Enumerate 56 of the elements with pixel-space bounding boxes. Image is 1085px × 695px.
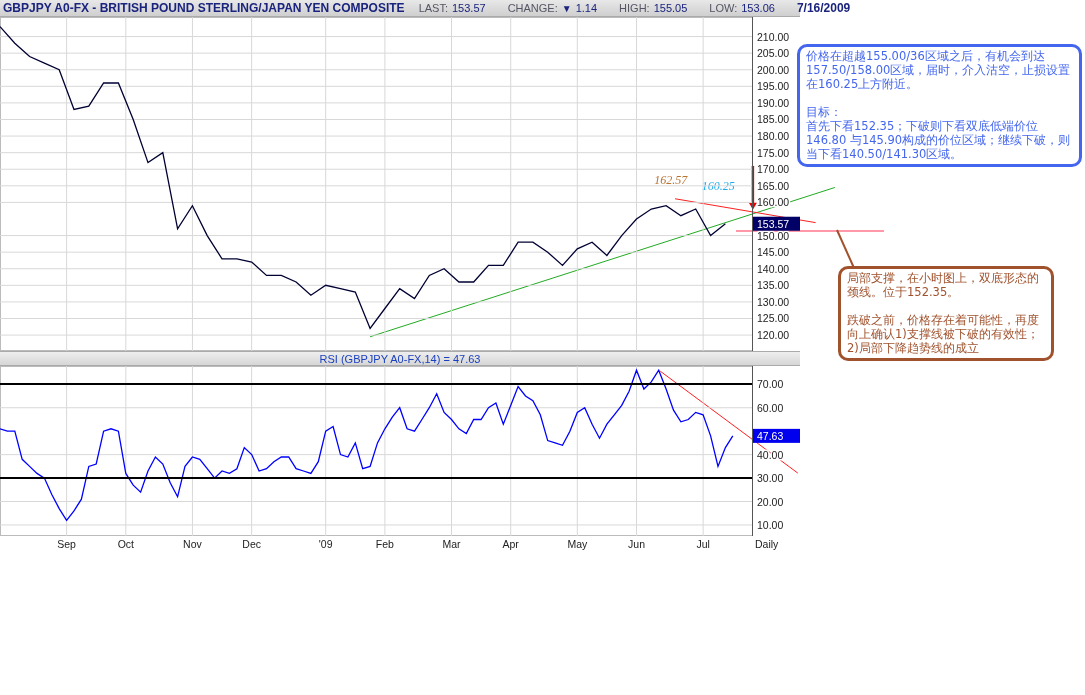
axis-label: Feb (375, 538, 394, 550)
callout-text: 局部支撑，在小时图上，双底形态的颈线。位于152.35。 (847, 271, 1040, 299)
axis-label: 165.00 (757, 179, 790, 192)
periodicity-label: Daily (755, 538, 779, 550)
axis-label: Oct (117, 538, 134, 550)
quote-label: LOW: (709, 2, 738, 14)
axis-label: Sep (57, 538, 76, 550)
axis-label: 200.00 (757, 63, 790, 76)
axis-label: '09 (318, 538, 333, 550)
axis-label: Jul (696, 538, 710, 550)
axis-label: 150.00 (757, 229, 790, 242)
value-badge: 153.57 (753, 216, 800, 231)
axis-label: 125.00 (757, 312, 790, 325)
callout-text: 跌破之前，价格存在着可能性，再度向上确认1)支撑线被下破的有效性；2)局部下降趋势线的成立 (847, 313, 1040, 355)
axis-label: Apr (502, 538, 519, 550)
axis-label: 160.00 (757, 196, 790, 209)
axis-label: 145.00 (757, 246, 790, 259)
callout-text: 价格在超越155.00/36区域之后，有机会到达157.50/158.00区域，届时，介入沽空，止损设置在160.25上方附近。 (806, 49, 1072, 91)
axis-label: Mar (442, 538, 461, 550)
axis-label: Dec (242, 538, 261, 550)
axis-label: 205.00 (757, 47, 790, 60)
axis-label: 10.00 (757, 519, 784, 531)
indicator-title: RSI (GBPJPY A0-FX,14) = 47.63 (319, 352, 481, 365)
axis-label: 190.00 (757, 96, 790, 109)
axis-label: 195.00 (757, 80, 790, 93)
axis-label: May (567, 538, 588, 550)
quote-label: LAST: (418, 2, 448, 14)
axis-label: 185.00 (757, 113, 790, 126)
axis-label: Nov (183, 538, 202, 550)
chart-title: GBPJPY A0-FX - BRITISH POUND STERLING/JAPAN YEN COMPOSITE (3, 1, 405, 15)
axis-label: 20.00 (757, 495, 784, 508)
quote-label: HIGH: (619, 2, 650, 14)
axis-label: 30.00 (757, 472, 784, 485)
price-annotation: 160.25 (701, 178, 735, 193)
quote-value: 153.06 (741, 2, 775, 14)
axis-label: Jun (628, 538, 645, 550)
axis-label: 170.00 (757, 163, 790, 176)
axis-label: 175.00 (757, 146, 790, 159)
value-badge: 47.63 (753, 428, 800, 443)
callout-text: 目标： (806, 105, 843, 119)
axis-label: 140.00 (757, 262, 790, 275)
axis-label: 210.00 (757, 30, 790, 43)
axis-label: 130.00 (757, 295, 790, 308)
price-annotation: 162.57 (654, 172, 688, 187)
axis-label: 180.00 (757, 130, 790, 143)
axis-label: 60.00 (757, 401, 784, 414)
change-direction-icon: ▼ (561, 2, 572, 14)
axis-label: 135.00 (757, 279, 790, 292)
callout-text: 首先下看152.35；下破则下看双底低端价位146.80 与145.90构成的价位区域；继续下破，则当下看140.50/141.30区域。 (806, 119, 1072, 161)
quote-value: 1.14 (575, 2, 598, 14)
axis-label: 120.00 (757, 329, 790, 342)
quote-value: 155.05 (653, 2, 688, 14)
axis-label: 70.00 (757, 378, 784, 391)
quote-value: 153.57 (452, 2, 486, 14)
date-label: 7/16/2009 (796, 1, 851, 15)
quote-label: CHANGE: (507, 2, 558, 14)
